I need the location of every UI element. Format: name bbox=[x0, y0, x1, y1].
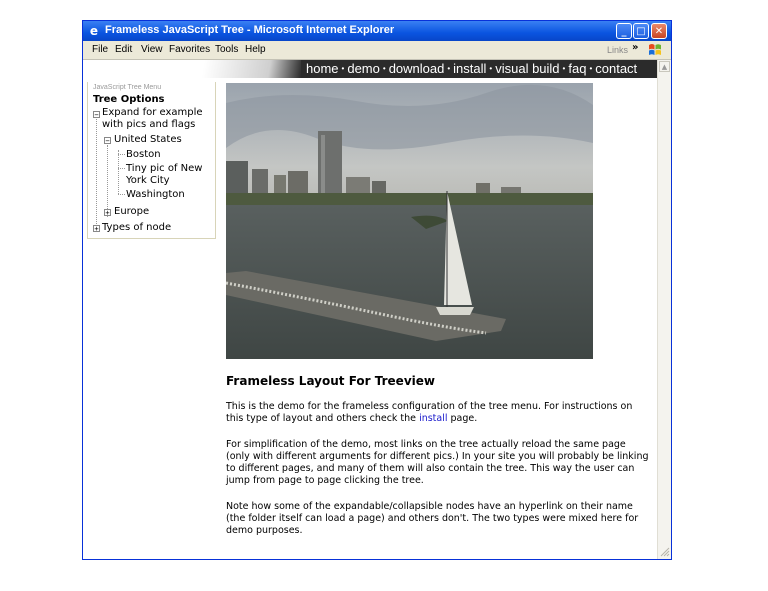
expanded-toggle-icon[interactable]: − bbox=[104, 137, 111, 145]
menu-favorites[interactable]: Favorites bbox=[169, 44, 210, 55]
nav-demo[interactable]: demo bbox=[347, 61, 380, 76]
page-content: home • demo • download • install • visual build •… bbox=[83, 60, 657, 559]
tree-menu-panel: JavaScript Tree Menu Tree Options − Expa… bbox=[87, 82, 216, 239]
notes-paragraph: Note how some of the expandable/collapsi… bbox=[226, 501, 639, 536]
collapsed-toggle-icon[interactable]: + bbox=[93, 225, 100, 233]
menu-file[interactable]: File bbox=[92, 44, 108, 55]
boston-skyline-photo bbox=[226, 83, 593, 359]
tree-node-new-york[interactable]: Tiny pic of New York City bbox=[126, 163, 212, 187]
chevron-icon[interactable]: » bbox=[632, 42, 638, 53]
tree-connector bbox=[118, 154, 125, 155]
ie-logo-icon: e bbox=[89, 24, 99, 38]
page-title: Frameless Layout For Treeview bbox=[226, 374, 435, 388]
windows-logo-icon bbox=[649, 44, 661, 55]
tree-connector bbox=[107, 145, 108, 217]
top-navigation: home • demo • download • install • visual build •… bbox=[301, 60, 657, 78]
nav-visual-build[interactable]: visual build bbox=[495, 61, 559, 76]
tree-connector bbox=[118, 150, 119, 194]
simplification-paragraph: For simplification of the demo, most lin… bbox=[226, 439, 649, 486]
tree-node-europe[interactable]: Europe bbox=[114, 206, 149, 218]
nav-separator: • bbox=[489, 64, 493, 73]
title-bar[interactable]: e Frameless JavaScript Tree - Microsoft … bbox=[83, 21, 671, 41]
menu-edit[interactable]: Edit bbox=[115, 44, 132, 55]
tree-node-expand-example[interactable]: Expand for example with pics and flags bbox=[102, 107, 210, 131]
menu-view[interactable]: View bbox=[141, 44, 163, 55]
scroll-up-icon[interactable]: ▲ bbox=[659, 61, 670, 72]
nav-home[interactable]: home bbox=[306, 61, 339, 76]
tree-connector bbox=[118, 194, 125, 195]
menu-bar: File Edit View Favorites Tools Help Link… bbox=[83, 41, 671, 60]
tree-node-types-of-node[interactable]: Types of node bbox=[102, 222, 171, 234]
nav-download[interactable]: download bbox=[389, 61, 445, 76]
install-link[interactable]: install bbox=[419, 413, 447, 424]
nav-separator: • bbox=[447, 64, 451, 73]
vertical-scrollbar[interactable]: ▲ bbox=[657, 60, 671, 559]
maximize-button[interactable]: □ bbox=[633, 23, 649, 39]
collapsed-toggle-icon[interactable]: + bbox=[104, 209, 111, 217]
expanded-toggle-icon[interactable]: − bbox=[93, 111, 100, 119]
tree-connector bbox=[118, 168, 125, 169]
tree-header: JavaScript Tree Menu bbox=[93, 84, 162, 91]
menu-help[interactable]: Help bbox=[245, 44, 266, 55]
tree-node-united-states[interactable]: United States bbox=[114, 134, 182, 146]
nav-contact[interactable]: contact bbox=[595, 61, 637, 76]
nav-faq[interactable]: faq bbox=[568, 61, 586, 76]
nav-swoosh-decoration bbox=[83, 60, 301, 78]
minimize-button[interactable]: _ bbox=[616, 23, 632, 39]
intro-text-end: page. bbox=[447, 413, 478, 424]
tree-title: Tree Options bbox=[93, 94, 165, 105]
tree-node-boston[interactable]: Boston bbox=[126, 149, 161, 161]
tree-connector bbox=[96, 119, 97, 224]
nav-install[interactable]: install bbox=[453, 61, 486, 76]
nav-separator: • bbox=[589, 64, 593, 73]
browser-window: e Frameless JavaScript Tree - Microsoft … bbox=[82, 20, 672, 560]
intro-paragraph: This is the demo for the frameless confi… bbox=[226, 401, 651, 425]
menu-tools[interactable]: Tools bbox=[215, 44, 238, 55]
tree-node-washington[interactable]: Washington bbox=[126, 189, 185, 201]
window-title: Frameless JavaScript Tree - Microsoft In… bbox=[105, 24, 395, 36]
nav-separator: • bbox=[382, 64, 386, 73]
resize-grip-icon[interactable] bbox=[659, 546, 670, 557]
links-label[interactable]: Links bbox=[607, 45, 628, 55]
close-button[interactable]: ✕ bbox=[651, 23, 667, 39]
